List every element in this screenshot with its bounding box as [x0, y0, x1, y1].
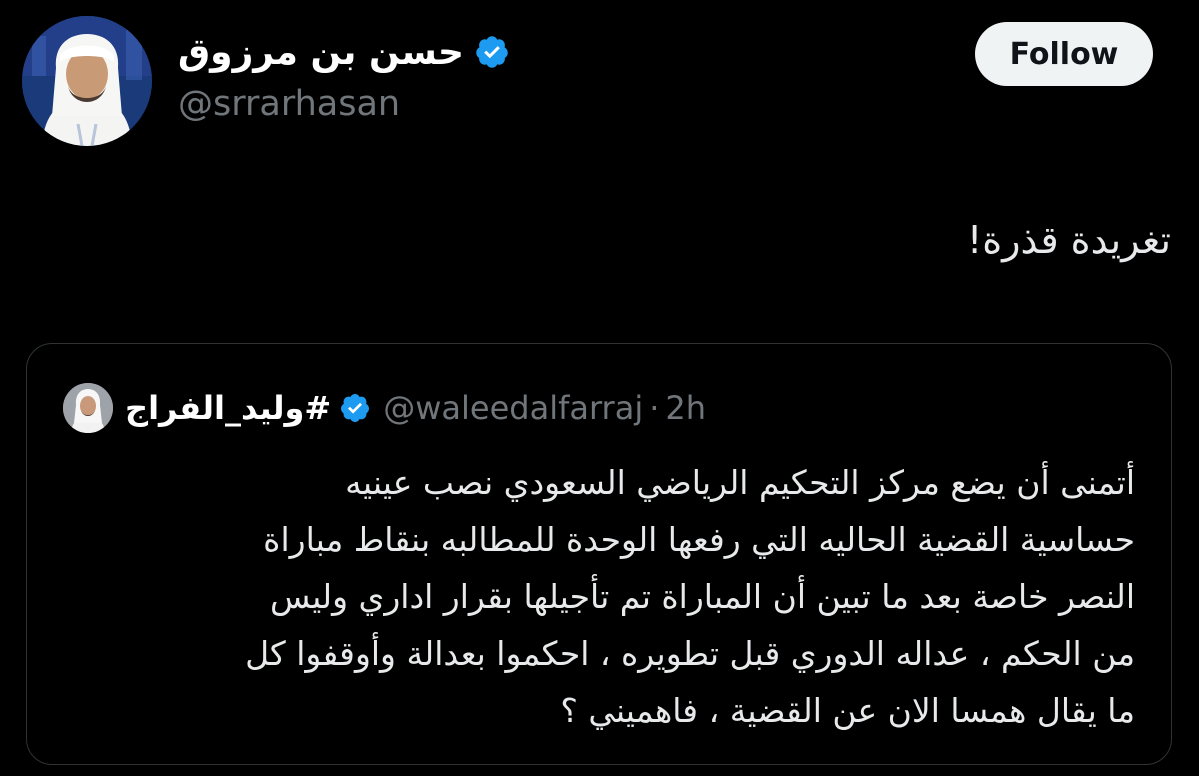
quoted-text-line: ما يقال همسا الان عن القضية ، فاهميني ؟	[560, 691, 1135, 730]
verified-badge-icon	[339, 392, 371, 424]
quoted-author-handle[interactable]: @waleedalfarraj	[383, 389, 643, 427]
quoted-author-avatar[interactable]	[63, 383, 113, 433]
follow-button[interactable]: Follow	[975, 22, 1153, 86]
quoted-text-line: من الحكم ، عداله الدوري قبل تطويره ، احك…	[245, 634, 1135, 673]
separator-dot: ·	[649, 389, 660, 427]
author-name[interactable]: حسن بن مرزوق	[178, 32, 464, 73]
quoted-tweet-time[interactable]: 2h	[665, 389, 706, 427]
quoted-text-line: حساسية القضية الحاليه التي رفعها الوحدة …	[263, 520, 1135, 559]
quoted-tweet-text: أتمنى أن يضع مركز التحكيم الرياضي السعود…	[45, 454, 1135, 739]
verified-badge-icon	[474, 34, 510, 70]
tweet-text: تغريدة قذرة!	[967, 218, 1171, 262]
quoted-tweet-header: #وليد_الفراج @waleedalfarraj · 2h	[63, 374, 706, 442]
author-name-row: حسن بن مرزوق	[178, 26, 510, 78]
quoted-author-name[interactable]: #وليد_الفراج	[125, 389, 331, 427]
quoted-text-line: النصر خاصة بعد ما تبين أن المباراة تم تأ…	[270, 577, 1135, 616]
author-handle[interactable]: @srrarhasan	[178, 84, 400, 124]
author-avatar[interactable]	[22, 16, 152, 146]
quoted-text-line: أتمنى أن يضع مركز التحكيم الرياضي السعود…	[345, 463, 1135, 502]
quoted-tweet-card[interactable]: #وليد_الفراج @waleedalfarraj · 2h أتمنى …	[26, 343, 1172, 765]
